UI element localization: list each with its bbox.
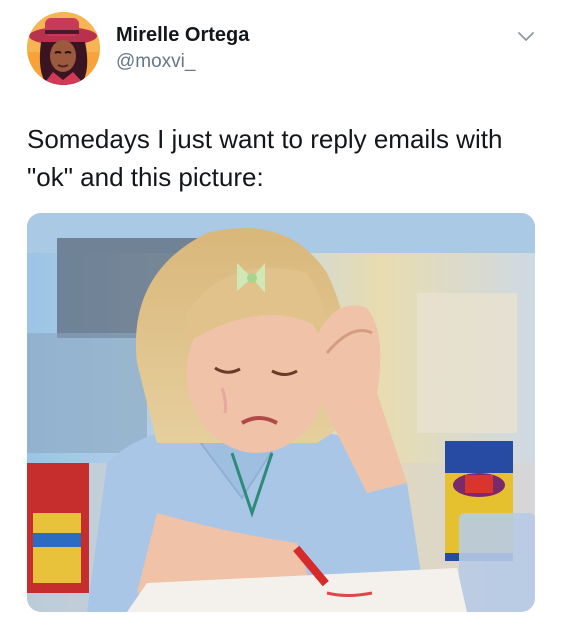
chevron-down-icon[interactable] bbox=[514, 26, 538, 46]
author-display-name[interactable]: Mirelle Ortega bbox=[116, 23, 249, 47]
tweet-text: Somedays I just want to reply emails wit… bbox=[27, 124, 503, 192]
tweet-photo[interactable] bbox=[27, 213, 535, 612]
author-info: Mirelle Ortega @moxvi_ bbox=[116, 23, 249, 74]
avatar[interactable] bbox=[27, 12, 100, 85]
author-handle[interactable]: @moxvi_ bbox=[116, 50, 249, 74]
tweet-card: Mirelle Ortega @moxvi_ Somedays I just w… bbox=[0, 0, 563, 632]
